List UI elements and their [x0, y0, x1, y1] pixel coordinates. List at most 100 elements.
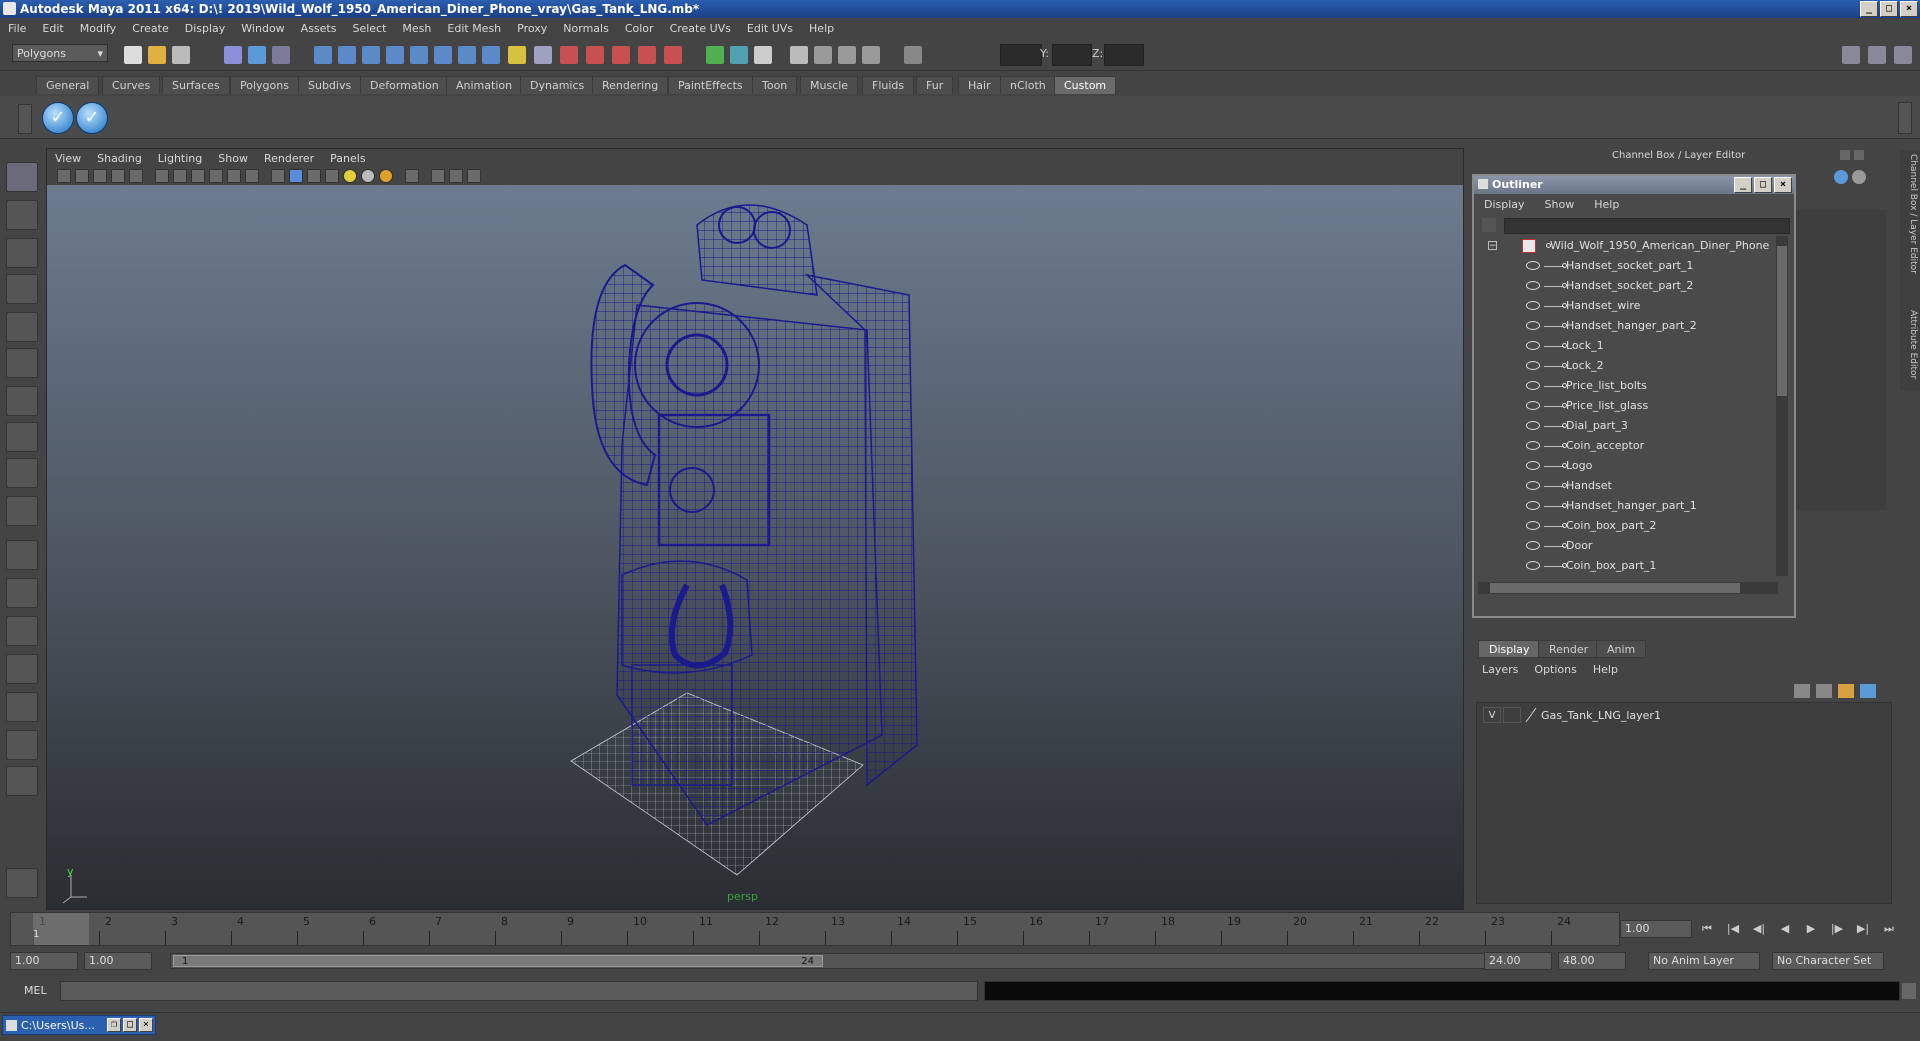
attribute-toggle-icon[interactable] — [730, 46, 748, 64]
shelf-tab-subdivs[interactable]: Subdivs — [298, 76, 362, 94]
gate-mask-icon[interactable] — [191, 169, 205, 183]
script-editor-icon[interactable] — [1902, 983, 1916, 999]
close-panel-icon[interactable] — [1854, 150, 1864, 160]
layer-tab-render[interactable]: Render — [1538, 640, 1600, 658]
layer-up-icon[interactable] — [1794, 684, 1810, 698]
menu-help[interactable]: Help — [801, 22, 842, 35]
snap-point-icon[interactable] — [362, 46, 380, 64]
persp-graph-layout-icon[interactable] — [6, 730, 38, 760]
shelf-tab-hair[interactable]: Hair — [958, 76, 1001, 94]
backface-cull-icon[interactable] — [467, 169, 481, 183]
shelf-tab-rendering[interactable]: Rendering — [592, 76, 669, 94]
tree-item-root[interactable]: − Wild_Wolf_1950_American_Diner_Phone — [1478, 236, 1774, 256]
close-button[interactable]: × — [1900, 1, 1918, 17]
menu-create-uvs[interactable]: Create UVs — [662, 22, 739, 35]
go-to-start-icon[interactable]: ⏮ — [1700, 922, 1714, 936]
safe-action-icon[interactable] — [227, 169, 241, 183]
camera-select-icon[interactable] — [57, 169, 71, 183]
layout-menu-icon[interactable] — [6, 766, 38, 796]
show-attribute-editor-icon[interactable] — [1868, 46, 1886, 64]
panel-toggle-icon[interactable] — [754, 46, 772, 64]
menu-mesh[interactable]: Mesh — [394, 22, 439, 35]
step-back-key-icon[interactable]: ◀| — [1752, 922, 1766, 936]
layer-playback-toggle[interactable] — [1503, 707, 1521, 723]
single-pane-layout-icon[interactable] — [6, 540, 38, 570]
menu-file[interactable]: File — [0, 22, 34, 35]
field-chart-icon[interactable] — [209, 169, 223, 183]
shelf-scroll-icon[interactable] — [1898, 102, 1912, 134]
help-icon[interactable] — [482, 46, 500, 64]
select-tool-icon[interactable] — [6, 162, 38, 192]
layer-menu-options[interactable]: Options — [1526, 663, 1584, 676]
x-coord-input[interactable] — [1000, 44, 1042, 66]
restore-button[interactable]: ❐ — [107, 1018, 121, 1032]
snap-plane-icon[interactable] — [386, 46, 404, 64]
paint-select-tool-icon[interactable] — [6, 238, 38, 268]
snap-grid-icon[interactable] — [314, 46, 332, 64]
open-scene-icon[interactable] — [148, 46, 166, 64]
show-tool-settings-icon[interactable] — [1894, 46, 1912, 64]
graph-persp-layout-icon[interactable] — [6, 654, 38, 684]
tree-item[interactable]: Handset_hanger_part_1 — [1478, 496, 1774, 516]
vp-menu-view[interactable]: View — [47, 152, 89, 165]
smooth-shade-icon[interactable] — [289, 169, 303, 183]
playback-start-input[interactable]: 1.00 — [84, 952, 152, 970]
construction-history-icon[interactable] — [534, 46, 552, 64]
tree-item[interactable]: Coin_box_part_2 — [1478, 516, 1774, 536]
lock-icon[interactable] — [508, 46, 526, 64]
outliner-menu-display[interactable]: Display — [1474, 198, 1535, 211]
four-pane-layout-icon[interactable] — [6, 578, 38, 608]
end-time-input[interactable]: 48.00 — [1558, 952, 1626, 970]
range-slider-thumb[interactable]: 1 24 — [173, 955, 823, 967]
collapse-icon[interactable]: − — [1488, 241, 1497, 251]
tree-item[interactable]: Coin_acceptor — [1478, 436, 1774, 456]
maximize-small-button[interactable]: □ — [123, 1018, 137, 1032]
shadows-icon[interactable] — [379, 169, 393, 183]
vp-menu-panels[interactable]: Panels — [322, 152, 373, 165]
new-scene-icon[interactable] — [124, 46, 142, 64]
step-forward-frame-icon[interactable]: ▶| — [1856, 922, 1870, 936]
layer-down-icon[interactable] — [1816, 684, 1832, 698]
outliner-title-bar[interactable]: Outliner _ □ × — [1474, 176, 1794, 194]
layer-menu-layers[interactable]: Layers — [1474, 663, 1526, 676]
show-manipulator-icon[interactable] — [6, 458, 38, 488]
tree-item[interactable]: Handset — [1478, 476, 1774, 496]
outliner-horizontal-scrollbar[interactable] — [1478, 582, 1778, 594]
outliner-close-button[interactable]: × — [1774, 177, 1792, 193]
menu-color[interactable]: Color — [617, 22, 662, 35]
menu-edit[interactable]: Edit — [34, 22, 71, 35]
xray-icon[interactable] — [431, 169, 445, 183]
default-light-icon[interactable] — [343, 169, 357, 183]
tree-item[interactable]: Lock_2 — [1478, 356, 1774, 376]
shelf-tab-toon[interactable]: Toon — [752, 76, 798, 94]
mel-language-button[interactable]: MEL — [24, 984, 47, 997]
outliner-menu-show[interactable]: Show — [1535, 198, 1585, 211]
y-coord-input[interactable] — [1052, 44, 1092, 66]
time-slider[interactable]: 1 2 3 4 5 6 7 8 9 10 11 12 13 14 15 16 17 18 19 20 21 22 23 24 … — [10, 912, 1620, 946]
shelf-tab-deformation[interactable]: Deformation — [360, 76, 449, 94]
show-channel-box-icon[interactable] — [1842, 46, 1860, 64]
go-to-end-icon[interactable]: ⏭ — [1882, 922, 1896, 936]
scrollbar-thumb[interactable] — [1777, 246, 1787, 396]
select-component-icon[interactable] — [272, 46, 290, 64]
tree-item[interactable]: Handset_socket_part_2 — [1478, 276, 1774, 296]
tree-item[interactable]: Dial_part_3 — [1478, 416, 1774, 436]
menu-modify[interactable]: Modify — [72, 22, 124, 35]
tree-item[interactable]: Door — [1478, 536, 1774, 556]
menu-select[interactable]: Select — [344, 22, 394, 35]
current-frame-input[interactable]: 1.00 — [1620, 920, 1692, 938]
film-gate-icon[interactable] — [155, 169, 169, 183]
layer-color-icon[interactable] — [1525, 707, 1537, 723]
render-view-icon[interactable] — [664, 46, 682, 64]
close-small-button[interactable]: × — [139, 1018, 153, 1032]
menu-assets[interactable]: Assets — [293, 22, 345, 35]
menu-create[interactable]: Create — [124, 22, 177, 35]
isolate-select-icon[interactable] — [405, 169, 419, 183]
menu-normals[interactable]: Normals — [555, 22, 617, 35]
minimize-button[interactable]: _ — [1860, 1, 1878, 17]
channel-box-key-icon[interactable] — [1834, 170, 1848, 184]
step-back-frame-icon[interactable]: |◀ — [1726, 922, 1740, 936]
outliner-filter-input[interactable] — [1504, 218, 1790, 234]
vp-menu-lighting[interactable]: Lighting — [150, 152, 210, 165]
range-slider[interactable]: 1 24 — [170, 953, 1490, 969]
